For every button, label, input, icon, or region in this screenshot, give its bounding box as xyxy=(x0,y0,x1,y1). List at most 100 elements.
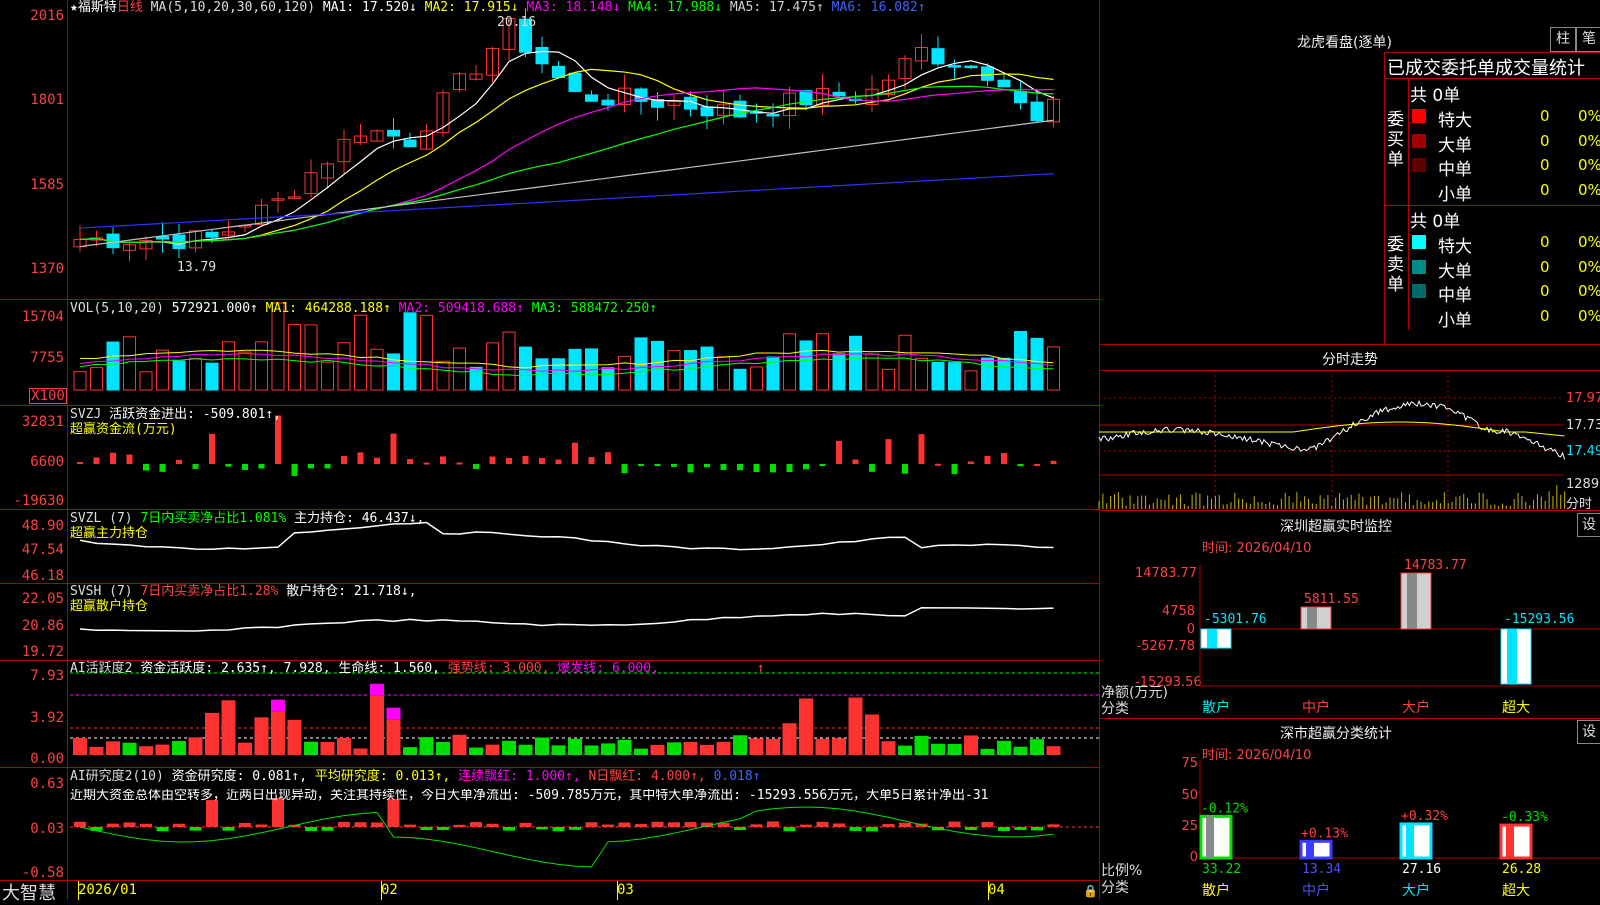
research-bar xyxy=(437,827,449,831)
candle-body xyxy=(403,139,417,148)
activity-bar xyxy=(419,737,434,755)
activity-bar xyxy=(139,746,153,755)
fund-flow-bar xyxy=(720,464,727,470)
monitor-bar-edge xyxy=(1300,606,1332,630)
candle-body xyxy=(766,113,780,117)
monitor-category-label: 超大 xyxy=(1502,700,1530,716)
volume-bar xyxy=(156,349,169,391)
research-bar xyxy=(354,822,367,827)
tick-mode-button[interactable]: 笔 xyxy=(1576,27,1600,52)
ma1-line xyxy=(79,50,1054,245)
candle-body xyxy=(601,99,615,106)
activity-bar xyxy=(469,747,483,755)
sz-class-axis-3: 0 xyxy=(1189,850,1198,865)
kline-axis-0: 2016 xyxy=(30,8,64,24)
activity-bar xyxy=(386,719,401,755)
fund-flow-bar xyxy=(423,462,430,465)
sz-monitor-bottom-line xyxy=(1099,718,1600,719)
fund-flow-bar xyxy=(984,455,991,464)
volume-bar xyxy=(799,340,813,391)
sell-row: 中单 0 0% xyxy=(1410,280,1600,306)
intraday-axis-1: 17.73 xyxy=(1566,418,1600,433)
activity-bar xyxy=(271,711,285,755)
order-count: 0 xyxy=(1540,282,1550,300)
volume-bar xyxy=(288,324,301,391)
legend-swatch xyxy=(1412,133,1426,148)
fund-flow-bar xyxy=(539,458,545,464)
class-category-label: 散户 xyxy=(1202,882,1230,899)
legend-swatch xyxy=(1412,235,1426,249)
fund-flow-bar xyxy=(836,440,842,464)
candle-body xyxy=(1014,91,1027,104)
candle-body xyxy=(585,94,598,102)
vol-unit-badge[interactable]: X100 xyxy=(29,388,67,404)
bar-mode-button[interactable]: 柱 xyxy=(1550,27,1576,52)
order-count: 0 xyxy=(1540,233,1550,251)
ma5-line xyxy=(79,119,1054,248)
research-bar xyxy=(486,823,499,827)
monitor-bar-body xyxy=(1301,606,1331,629)
research-bar xyxy=(239,822,251,827)
ai2-axis-0: 0.63 xyxy=(30,776,64,792)
monitor-category-label: 中户 xyxy=(1302,699,1330,716)
research-bar xyxy=(899,822,911,827)
monitor-bar-value: 14783.77 xyxy=(1404,558,1467,573)
svsh-title: SVSH (7) xyxy=(70,584,133,599)
sz-class-settings-button[interactable]: 设 xyxy=(1577,720,1600,744)
vol-header: VOL(5,10,20) 572921.000↑ MA1: 464288.188… xyxy=(70,302,657,316)
activity-bar xyxy=(997,740,1011,755)
activity-bar xyxy=(766,738,780,755)
sz-monitor-settings-button[interactable]: 设 xyxy=(1577,513,1600,537)
main-chart-canvas[interactable] xyxy=(0,0,1100,900)
brand-label[interactable]: 大智慧 xyxy=(2,879,56,905)
monitor-bar-1 xyxy=(1300,606,1332,630)
research-bar xyxy=(1031,827,1043,831)
intraday-price-line xyxy=(1098,399,1566,460)
research-bar xyxy=(635,823,647,827)
main-force-holding-line xyxy=(79,521,1054,551)
research-bar xyxy=(1014,827,1027,831)
activity-bar xyxy=(848,697,863,755)
volume-bar xyxy=(882,368,895,391)
fund-flow-bar xyxy=(93,457,100,464)
sell-row: 小单 0 0% xyxy=(1410,305,1600,331)
svzj-title: SVZJ xyxy=(70,407,102,422)
fund-flow-bar xyxy=(737,464,743,471)
activity-bar xyxy=(881,741,896,755)
buy-total: 共 0单 xyxy=(1410,86,1461,106)
fund-flow-bar xyxy=(209,433,215,464)
monitor-bar-shade xyxy=(1507,629,1517,684)
sz-monitor-xlabel: 分类 xyxy=(1101,701,1129,717)
activity-bar xyxy=(1046,746,1061,755)
date-tick-mar xyxy=(617,881,618,900)
fund-flow-bar xyxy=(786,464,793,472)
monitor-bar-shade xyxy=(1407,573,1417,629)
activity-bar xyxy=(155,744,170,755)
intraday-axis-2: 17.49 xyxy=(1566,444,1600,459)
volume-bar xyxy=(783,333,796,391)
order-size-label: 小单 xyxy=(1438,184,1472,205)
ai2-title: AI研究度2(10) xyxy=(70,769,164,784)
volume-bar xyxy=(238,351,252,391)
monitor-bar-edge xyxy=(1400,572,1432,630)
svsh-axis-0: 22.05 xyxy=(21,591,64,607)
research-bar xyxy=(453,824,466,827)
volume-bar xyxy=(502,331,516,391)
candle-body xyxy=(997,79,1011,88)
order-count: 0 xyxy=(1540,131,1550,150)
activity-bar xyxy=(188,737,203,755)
volume-bar xyxy=(849,335,862,391)
monitor-bar-3 xyxy=(1500,628,1532,685)
research-bar xyxy=(140,823,152,827)
activity-bar xyxy=(238,742,252,755)
activity-bar xyxy=(122,742,137,755)
research-bar xyxy=(783,827,796,832)
stock-name: ★福斯特 xyxy=(70,0,117,15)
fund-flow-bar xyxy=(951,464,958,475)
activity-bar xyxy=(535,737,549,755)
monitor-bar-value: -15293.56 xyxy=(1504,612,1574,627)
sz-class-title: 深市超赢分类统计 xyxy=(1280,726,1392,742)
class-category-label: 超大 xyxy=(1502,883,1530,899)
intraday-bottom-line xyxy=(1099,510,1600,511)
lock-icon[interactable]: 🔒 xyxy=(1083,884,1098,898)
